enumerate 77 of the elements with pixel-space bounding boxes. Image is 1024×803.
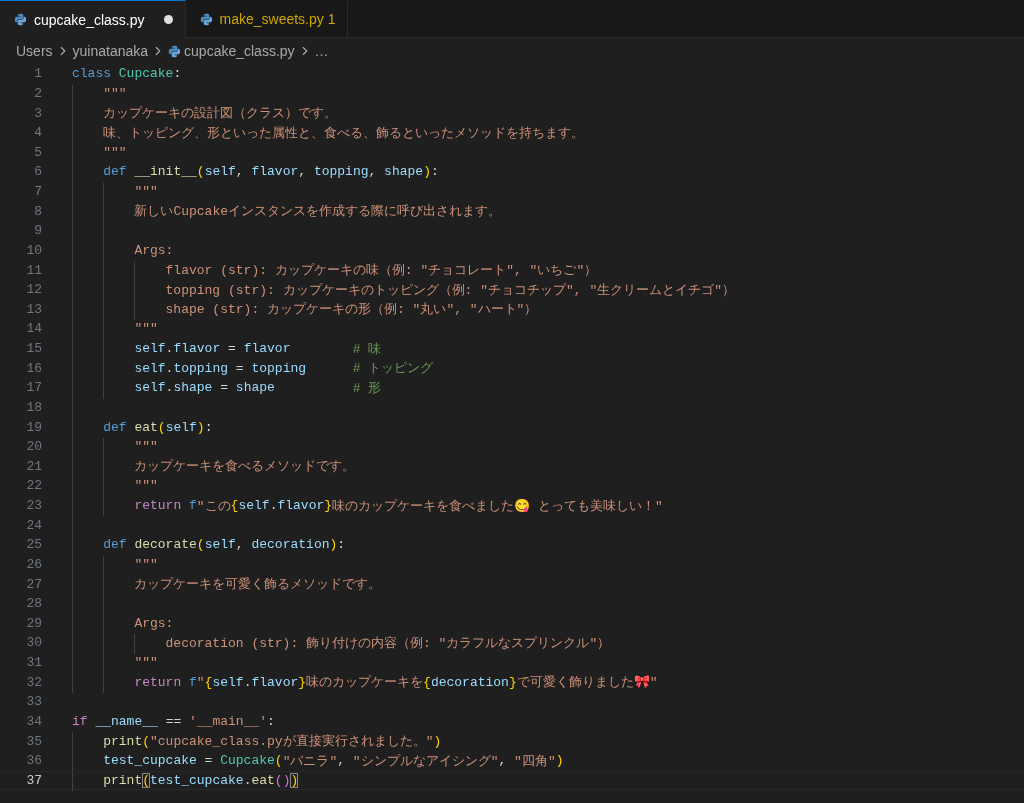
- line-number: 2: [33, 85, 42, 101]
- code-line: decoration (str): 飾り付けの内容（例: "カラフルなスプリンクル"）: [165, 634, 611, 652]
- code-line: """: [134, 477, 158, 495]
- code-line: カップケーキを可愛く飾るメソッドです。: [134, 576, 382, 593]
- file-type-icon: [14, 13, 27, 26]
- breadcrumb-item[interactable]: …: [314, 43, 329, 59]
- line-number: 19: [25, 419, 42, 435]
- code-line: """: [103, 143, 127, 162]
- code-line: """: [134, 654, 158, 672]
- line-number: 6: [33, 164, 42, 180]
- file-type-icon: [168, 44, 182, 58]
- line-number: 10: [25, 242, 42, 258]
- line-number: 13: [25, 301, 42, 317]
- code-line: """: [134, 320, 158, 338]
- code-line: print(test_cupcake.eat()): [103, 771, 299, 790]
- line-number: 12: [25, 282, 42, 298]
- line-number: 32: [25, 674, 42, 690]
- code-line: test_cupcake = Cupcake("バニラ", "シンプルなアイシング", "四角"): [103, 752, 564, 770]
- line-number: 27: [25, 576, 42, 592]
- line-number: 7: [33, 184, 42, 200]
- code-line: self.topping = topping # トッピング: [134, 359, 434, 377]
- line-number: 22: [25, 478, 42, 494]
- breadcrumb-item[interactable]: cupcake_class.py: [184, 43, 295, 59]
- breadcrumb-item[interactable]: Users: [16, 43, 53, 59]
- line-number: 15: [25, 341, 42, 357]
- code-line: Args:: [134, 614, 174, 633]
- line-number: 21: [25, 458, 42, 474]
- code-line: 味、トッピング、形といった属性と、食べる、飾るといったメソッドを持ちます。: [103, 124, 585, 142]
- line-number: 26: [25, 556, 42, 572]
- line-number: 25: [25, 537, 42, 553]
- file-type-icon: [199, 12, 213, 26]
- code-line: def eat(self):: [103, 418, 213, 436]
- line-number: 33: [25, 694, 42, 710]
- line-number: 31: [25, 655, 42, 671]
- line-number: 14: [25, 321, 42, 337]
- line-number: 18: [25, 399, 42, 415]
- code-line: def __init__(self, flavor, topping, shape):: [103, 163, 439, 181]
- code-line: 新しいCupcakeインスタンスを作成する際に呼び出されます。: [134, 203, 501, 220]
- line-number: 20: [25, 439, 42, 455]
- line-number: 9: [33, 223, 42, 239]
- code-line: shape (str): カップケーキの形（例: "丸い", "ハート"）: [165, 301, 538, 319]
- line-number: 4: [33, 125, 42, 141]
- breadcrumb-item[interactable]: yuinatanaka: [72, 43, 149, 59]
- code-line: self.shape = shape # 形: [134, 379, 382, 397]
- code-line: self.flavor = flavor # 味: [134, 340, 382, 358]
- code-line: """: [134, 438, 158, 456]
- line-number: 1: [33, 66, 42, 82]
- code-line: カップケーキを食べるメソッドです。: [134, 458, 356, 476]
- code-line: Args:: [134, 241, 174, 260]
- code-line: flavor (str): カップケーキの味（例: "チョコレート", "いちご"）: [165, 262, 598, 279]
- code-line: topping (str): カップケーキのトッピング（例: "チョコチップ", "生クリームとイチゴ"）: [165, 281, 735, 299]
- line-number: 30: [25, 635, 42, 651]
- line-number: 29: [25, 615, 42, 631]
- code-line: """: [134, 555, 158, 574]
- line-number: 23: [25, 498, 42, 514]
- code-line: if __name__ == '__main__':: [72, 712, 275, 731]
- line-number: 5: [33, 144, 42, 160]
- line-number: 35: [25, 733, 42, 749]
- line-number: 36: [25, 753, 42, 769]
- code-line: カップケーキの設計図（クラス）です。: [103, 105, 338, 122]
- code-line: return f"この{self.flavor}味のカップケーキを食べました😋 とっても美味しい！": [134, 497, 663, 515]
- code-line: def decorate(self, decoration):: [103, 536, 346, 554]
- line-number: 28: [25, 596, 42, 612]
- line-number: 16: [25, 360, 42, 376]
- line-number: 8: [33, 203, 42, 219]
- line-number: 3: [33, 105, 42, 121]
- code-line: print("cupcake_class.pyが直接実行されました。"): [103, 732, 442, 750]
- editor-tab[interactable]: cupcake_class.py: [0, 0, 186, 38]
- code-line: return f"{self.flavor}味のカップケーキを{decoration}で可愛く飾りました🎀": [134, 673, 658, 691]
- line-number: 11: [25, 262, 42, 278]
- code-line: class Cupcake:: [72, 65, 182, 83]
- code-line: """: [103, 84, 127, 103]
- code-line: """: [134, 183, 158, 201]
- line-number: 34: [25, 713, 42, 729]
- line-number: 24: [25, 517, 42, 533]
- line-number: 37: [25, 772, 42, 788]
- line-number: 17: [25, 380, 42, 396]
